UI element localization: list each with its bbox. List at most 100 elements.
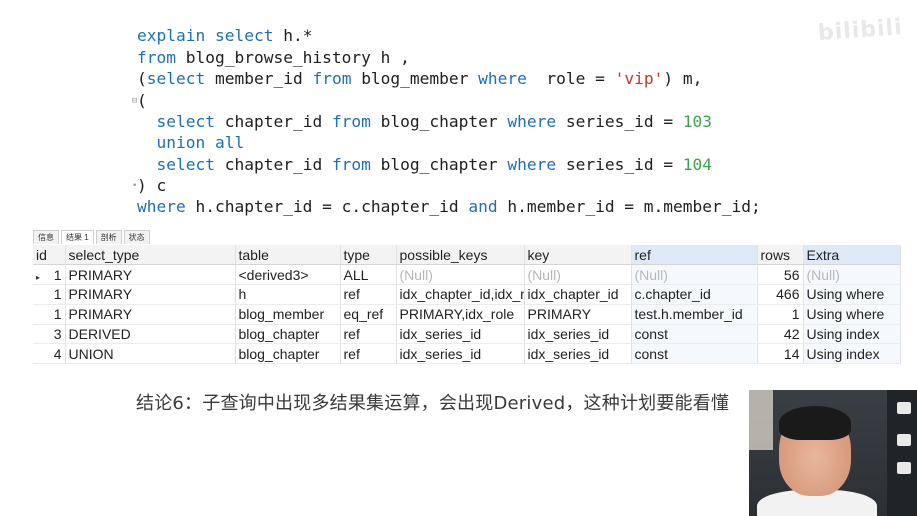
lamp: [749, 390, 773, 450]
column-header-possible-keys[interactable]: possible_keys: [396, 245, 525, 266]
sql-text: blog_browse_history h ,: [185, 48, 410, 67]
table-row[interactable]: 1 PRIMARY blog_member eq_ref PRIMARY,idx_rol…: [33, 304, 901, 325]
column-header-id[interactable]: id: [33, 245, 66, 266]
code-line: union all: [137, 132, 245, 154]
cell-type[interactable]: ALL: [340, 264, 397, 286]
cell-extra[interactable]: Using index: [803, 343, 901, 365]
cell-key[interactable]: idx_series_id: [524, 324, 632, 345]
cell-table[interactable]: blog_chapter: [235, 324, 341, 345]
tab-profile[interactable]: 剖析: [95, 230, 122, 244]
cell-id[interactable]: 1: [33, 304, 66, 325]
cell-type[interactable]: ref: [340, 324, 397, 345]
sql-text: series_id =: [565, 112, 683, 131]
sql-keyword: from: [312, 69, 362, 88]
sql-keyword: where: [478, 69, 537, 88]
sql-keyword: where: [137, 197, 196, 216]
cell-table[interactable]: h: [235, 284, 341, 305]
column-header-rows[interactable]: rows: [757, 245, 804, 266]
conclusion-caption: 结论6：子查询中出现多结果集运算，会出现Derived，这种计划要能看懂: [136, 393, 730, 414]
cell-extra[interactable]: (Null): [803, 264, 901, 286]
cell-select-type[interactable]: UNION: [65, 343, 236, 365]
column-header-key[interactable]: key: [524, 245, 632, 266]
cell-possible-keys[interactable]: idx_chapter_id,idx_m: [396, 284, 525, 305]
cell-type[interactable]: ref: [340, 284, 397, 305]
cell-ref[interactable]: const: [631, 343, 758, 365]
sql-keyword: explain: [137, 26, 215, 45]
table-row[interactable]: ▸ 1 PRIMARY <derived3> ALL (Null) (Null) (Null)…: [33, 264, 901, 286]
cell-extra[interactable]: Using where: [803, 284, 901, 305]
cell-ref[interactable]: test.h.member_id: [631, 304, 758, 325]
column-header-ref[interactable]: ref: [631, 245, 758, 266]
explain-result-grid[interactable]: id select_type table type possible_keys key re…: [33, 245, 901, 365]
cell-select-type[interactable]: PRIMARY: [65, 284, 236, 305]
table-row[interactable]: 4 UNION blog_chapter ref idx_series_id idx_se…: [33, 343, 901, 365]
cell-table[interactable]: blog_member: [235, 304, 341, 325]
cell-rows[interactable]: 42: [757, 324, 804, 345]
cell-id[interactable]: 3: [33, 324, 66, 345]
cell-key[interactable]: idx_series_id: [524, 343, 632, 365]
cell-possible-keys[interactable]: PRIMARY,idx_role: [396, 304, 525, 325]
sql-keyword: select: [156, 155, 225, 174]
sql-text: h.*: [283, 26, 313, 45]
result-tabs: 信息 结果 1 剖析 状态: [33, 230, 150, 244]
cell-possible-keys[interactable]: idx_series_id: [396, 324, 525, 345]
sql-text: series_id =: [565, 155, 683, 174]
cell-extra[interactable]: Using index: [803, 324, 901, 345]
sql-string: 'vip': [614, 69, 664, 88]
sql-keyword: from: [331, 112, 381, 131]
column-header-type[interactable]: type: [340, 245, 397, 266]
code-line: (: [137, 90, 147, 112]
shelf-item: [897, 462, 911, 474]
presenter-webcam: [749, 390, 917, 516]
cell-id[interactable]: ▸ 1: [33, 264, 66, 286]
sql-text: ) c: [137, 176, 167, 195]
sql-keyword: from: [331, 155, 381, 174]
cell-extra[interactable]: Using where: [803, 304, 901, 325]
cell-select-type[interactable]: PRIMARY: [65, 304, 236, 325]
grid-header-row: id select_type table type possible_keys key re…: [33, 245, 901, 266]
cell-key[interactable]: PRIMARY: [524, 304, 632, 325]
tab-info[interactable]: 信息: [33, 230, 59, 244]
cell-possible-keys[interactable]: idx_series_id: [396, 343, 525, 365]
current-row-marker-icon: ▸: [36, 272, 41, 282]
table-row[interactable]: 1 PRIMARY h ref idx_chapter_id,idx_m idx_chap…: [33, 284, 901, 305]
cell-select-type[interactable]: DERIVED: [65, 324, 236, 345]
sql-keyword: union all: [156, 133, 245, 152]
cell-rows[interactable]: 466: [757, 284, 804, 305]
cell-ref[interactable]: const: [631, 324, 758, 345]
sql-keyword: select: [214, 26, 284, 45]
column-header-table[interactable]: table: [235, 245, 341, 266]
table-row[interactable]: 3 DERIVED blog_chapter ref idx_series_id idx_…: [33, 324, 901, 345]
cell-key[interactable]: (Null): [524, 264, 632, 286]
column-header-extra[interactable]: Extra: [803, 245, 901, 266]
cell-rows[interactable]: 1: [757, 304, 804, 325]
sql-text: blog_chapter: [380, 112, 508, 131]
cell-table[interactable]: blog_chapter: [235, 343, 341, 365]
tab-status[interactable]: 状态: [123, 230, 150, 244]
cell-rows[interactable]: 56: [757, 264, 804, 286]
code-line: select chapter_id from blog_chapter wher…: [137, 154, 713, 176]
cell-ref[interactable]: c.chapter_id: [631, 284, 758, 305]
sql-keyword: select: [146, 69, 215, 88]
cell-key[interactable]: idx_chapter_id: [524, 284, 632, 305]
cell-id[interactable]: 1: [33, 284, 66, 305]
sql-text: ) m,: [663, 69, 703, 88]
cell-type[interactable]: eq_ref: [340, 304, 397, 325]
sql-keyword: where: [507, 155, 566, 174]
cell-id[interactable]: 4: [33, 343, 66, 365]
sql-editor[interactable]: explain select h.* from blog_browse_histo…: [0, 0, 917, 228]
sql-text: blog_chapter: [380, 155, 508, 174]
cell-table[interactable]: <derived3>: [235, 264, 341, 286]
cell-ref[interactable]: (Null): [631, 264, 758, 286]
sql-number: 104: [682, 155, 713, 174]
cell-type[interactable]: ref: [340, 343, 397, 365]
sql-text: chapter_id: [224, 155, 332, 174]
cell-select-type[interactable]: PRIMARY: [65, 264, 236, 286]
cell-possible-keys[interactable]: (Null): [396, 264, 525, 286]
sql-keyword: where: [507, 112, 566, 131]
cell-rows[interactable]: 14: [757, 343, 804, 365]
sql-text: role =: [536, 69, 615, 88]
column-header-select-type[interactable]: select_type: [65, 245, 236, 266]
tab-result-1[interactable]: 结果 1: [61, 230, 94, 244]
